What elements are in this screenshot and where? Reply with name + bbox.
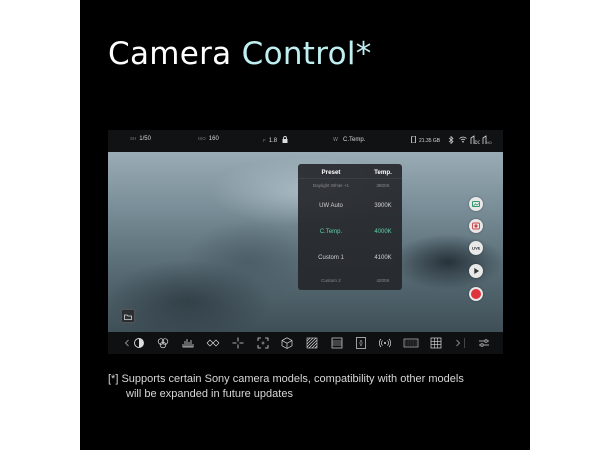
status-bar: SH 1/50 ISO 160 F 1.8 W C.Temp. 21.35 GB DC … [108, 130, 503, 152]
white-balance-readout[interactable]: W C.Temp. [333, 136, 365, 143]
wb-mode-value: C.Temp. [343, 137, 366, 143]
iso-readout[interactable]: ISO 160 [198, 136, 219, 142]
folder-icon [124, 314, 132, 320]
camera-viewfinder[interactable]: Preset Temp. Daylight White +1 3800K UW … [108, 152, 503, 332]
grid-lines-icon[interactable] [330, 336, 344, 350]
wb-preset-panel: Preset Temp. Daylight White +1 3800K UW … [298, 164, 402, 290]
waveform-icon[interactable] [206, 336, 220, 350]
toolbar-divider [464, 338, 465, 348]
gallery-icon [472, 201, 480, 207]
title-word-control: Control* [241, 36, 372, 72]
frame-guide-icon[interactable] [256, 336, 270, 350]
lock-icon [282, 136, 288, 143]
storage-readout: 21.35 GB [411, 135, 441, 144]
play-icon [474, 268, 479, 274]
bluetooth-icon [448, 136, 454, 144]
svg-text:W: W [333, 137, 338, 142]
exposure-icon[interactable] [132, 336, 146, 350]
color-wheels-icon[interactable] [156, 336, 170, 350]
wireless-icon[interactable] [378, 336, 392, 350]
signal-icon: HD [482, 135, 492, 145]
cube-lut-icon[interactable] [280, 336, 294, 350]
preset-column-header: Preset [321, 169, 341, 176]
storage-value: 21.35 GB [419, 138, 441, 144]
preset-row-selected[interactable]: C.Temp. 4000K [298, 226, 402, 240]
preset-name: UW Auto [319, 203, 343, 209]
timelapse-button[interactable] [469, 219, 483, 233]
preset-temp: 4100K [374, 255, 392, 261]
record-icon [471, 289, 481, 299]
preset-temp: 4000K [374, 229, 392, 235]
footnote-line-1: [*] Supports certain Sony camera models,… [108, 373, 464, 385]
white-balance-icon: W [333, 137, 338, 143]
svg-text:HD: HD [487, 141, 493, 145]
chevron-right-icon[interactable] [451, 336, 465, 350]
iso-value: 160 [208, 136, 219, 142]
battery-dc-icon: DC [470, 135, 480, 145]
sliders-icon[interactable] [477, 336, 491, 350]
preset-temp: 3900K [374, 203, 392, 209]
timelapse-icon [472, 222, 480, 230]
camera-app-screen: SH 1/50 ISO 160 F 1.8 W C.Temp. 21.35 GB DC … [108, 130, 503, 354]
svg-text:DC: DC [475, 140, 481, 145]
playback-button[interactable] [469, 264, 483, 278]
preset-row[interactable]: Custom 1 4100K [298, 252, 402, 266]
gallery-button[interactable] [469, 197, 483, 211]
preset-temp: 3800K [376, 183, 390, 188]
preset-name: Custom 2 [321, 278, 341, 283]
preset-name: C.Temp. [319, 229, 343, 235]
footnote-line-2: will be expanded in future updates [126, 388, 293, 400]
histogram-icon[interactable] [181, 336, 195, 350]
promo-panel: Camera Control* SH 1/50 ISO 160 F 1.8 W C.Te… [80, 0, 530, 450]
footnote: [*] Supports certain Sony camera models,… [108, 372, 464, 402]
iris-readout[interactable]: F 1.8 [263, 136, 288, 144]
iris-value: 1.8 [268, 138, 278, 144]
record-button[interactable] [469, 287, 483, 301]
folder-button[interactable] [121, 309, 135, 323]
preset-name: Custom 1 [318, 255, 344, 261]
preset-row[interactable]: Custom 2 4200K [298, 274, 402, 288]
shutter-value: 1/50 [139, 136, 151, 142]
zebra-icon[interactable] [305, 336, 319, 350]
grid-icon[interactable] [429, 336, 443, 350]
live-button[interactable]: LIVE [469, 241, 483, 255]
temp-column-header: Temp. [374, 169, 392, 176]
page-title: Camera Control* [108, 36, 372, 72]
bottom-toolbar [108, 332, 503, 354]
anamorphic-icon[interactable] [354, 336, 368, 350]
timecode-icon[interactable] [403, 336, 419, 350]
live-icon: LIVE [472, 246, 481, 250]
sd-card-icon [411, 135, 416, 144]
preset-name: Daylight White +1 [312, 183, 350, 188]
title-word-camera: Camera [108, 36, 232, 72]
crosshair-icon[interactable] [231, 336, 245, 350]
wifi-icon [459, 136, 467, 143]
preset-temp: 4200K [376, 278, 390, 283]
preset-row[interactable]: UW Auto 3900K [298, 200, 402, 214]
shutter-readout[interactable]: SH 1/50 [130, 136, 151, 142]
svg-text:LIVE: LIVE [472, 246, 481, 250]
preset-row[interactable]: Daylight White +1 3800K [298, 179, 402, 193]
